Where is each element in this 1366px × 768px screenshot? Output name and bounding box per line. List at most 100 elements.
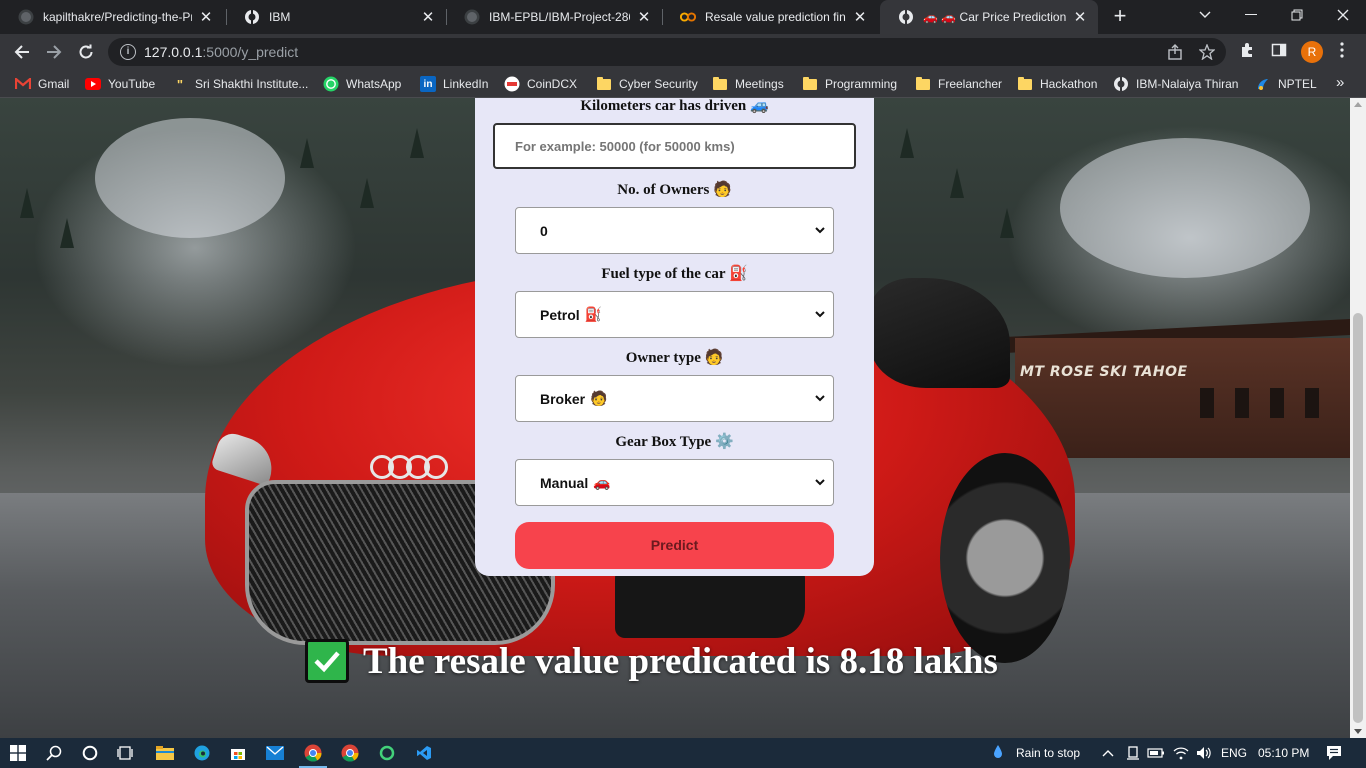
- car-intake: [615, 568, 805, 638]
- owners-label: No. of Owners 🧑: [617, 182, 732, 198]
- close-icon[interactable]: ✕: [636, 8, 652, 26]
- bookmark-programming[interactable]: Programming: [802, 75, 897, 93]
- file-explorer-icon[interactable]: [155, 743, 175, 763]
- side-panel-icon[interactable]: [1271, 42, 1287, 62]
- tab-ibm-epbl[interactable]: IBM-EPBL/IBM-Project-28674 ✕: [446, 0, 662, 34]
- predict-button[interactable]: Predict: [515, 522, 834, 569]
- notifications-icon[interactable]: [1324, 743, 1344, 763]
- minimize-icon[interactable]: [1228, 0, 1274, 30]
- bookmark-label: Hackathon: [1040, 77, 1098, 91]
- tab-car-price-prediction[interactable]: 🚗 🚗 Car Price Prediction 📈 ✕: [880, 0, 1098, 34]
- bookmark-youtube[interactable]: YouTube: [85, 75, 155, 93]
- weather-text[interactable]: Rain to stop: [1016, 746, 1080, 760]
- restore-icon[interactable]: [1274, 0, 1320, 30]
- background-window: [1235, 388, 1249, 418]
- store-icon[interactable]: [228, 743, 248, 763]
- chrome-alt-icon[interactable]: [340, 743, 360, 763]
- bookmarks-bar: Gmail YouTube " Sri Shakthi Institute... …: [0, 70, 1366, 98]
- clock[interactable]: 05:10 PM: [1258, 746, 1309, 760]
- close-icon[interactable]: ✕: [198, 8, 214, 26]
- gearbox-select[interactable]: Manual 🚗: [515, 459, 834, 506]
- bookmark-label: Gmail: [38, 77, 70, 91]
- close-window-icon[interactable]: [1320, 0, 1366, 30]
- gearbox-label: Gear Box Type ⚙️: [615, 434, 734, 450]
- language-indicator[interactable]: ENG: [1221, 746, 1247, 760]
- bookmark-freelancher[interactable]: Freelancher: [915, 75, 1002, 93]
- volume-icon[interactable]: [1194, 743, 1214, 763]
- new-tab-button[interactable]: +: [1108, 5, 1132, 29]
- folder-icon: [802, 76, 818, 92]
- background-tree: [360, 178, 374, 208]
- tab-strip: kapilthakre/Predicting-the-Pr ✕ IBM ✕ IB…: [0, 0, 1366, 34]
- cortana-icon[interactable]: [80, 743, 100, 763]
- globe-icon: [898, 9, 914, 25]
- fuel-value: Petrol: [540, 306, 580, 323]
- menu-icon[interactable]: [1340, 42, 1344, 63]
- back-icon[interactable]: [8, 38, 36, 66]
- globe-icon: [244, 9, 260, 25]
- reload-icon[interactable]: [72, 38, 100, 66]
- share-icon[interactable]: [1167, 44, 1183, 64]
- vscode-icon[interactable]: [414, 743, 434, 763]
- battery-icon[interactable]: [1146, 743, 1166, 763]
- windows-taskbar: Rain to stop ENG 05:10 PM: [0, 738, 1366, 768]
- profile-avatar[interactable]: R: [1301, 41, 1323, 63]
- nptel-icon: [1255, 76, 1271, 92]
- forward-icon[interactable]: [40, 38, 68, 66]
- car-icon: 🚗: [593, 474, 611, 490]
- site-info-icon[interactable]: i: [120, 44, 136, 60]
- linkedin-icon: in: [420, 76, 436, 92]
- bookmark-linkedin[interactable]: in LinkedIn: [420, 75, 488, 93]
- tab-title: IBM-EPBL/IBM-Project-28674: [489, 10, 630, 24]
- background-tree: [300, 138, 314, 168]
- tab-title: Resale value prediction final.i: [705, 10, 846, 24]
- app-ring-icon[interactable]: [377, 743, 397, 763]
- bookmark-label: YouTube: [108, 77, 156, 91]
- task-view-icon[interactable]: [115, 743, 135, 763]
- more-bookmarks-icon[interactable]: »: [1336, 74, 1344, 91]
- page-scrollbar[interactable]: [1350, 98, 1366, 738]
- tab-colab-resale[interactable]: Resale value prediction final.i ✕: [662, 0, 878, 34]
- bookmark-sri-shakthi[interactable]: " Sri Shakthi Institute...: [172, 75, 308, 93]
- owners-select[interactable]: 0: [515, 207, 834, 254]
- scroll-thumb[interactable]: [1353, 313, 1363, 723]
- close-icon[interactable]: ✕: [852, 8, 868, 26]
- scroll-down-icon[interactable]: [1354, 729, 1362, 734]
- fuel-pump-icon: ⛽: [584, 306, 603, 322]
- close-icon[interactable]: ✕: [1072, 8, 1088, 26]
- bookmark-hackathon[interactable]: Hackathon: [1017, 75, 1097, 93]
- chrome-icon[interactable]: [303, 743, 323, 763]
- bookmark-whatsapp[interactable]: WhatsApp: [323, 75, 401, 93]
- quote-icon: ": [176, 76, 184, 92]
- background-tree: [410, 128, 424, 158]
- extensions-icon[interactable]: [1239, 42, 1255, 62]
- bookmark-star-icon[interactable]: [1198, 43, 1216, 64]
- bookmark-cyber-security[interactable]: Cyber Security: [596, 75, 698, 93]
- weather-icon[interactable]: [988, 743, 1008, 763]
- search-icon[interactable]: [44, 743, 64, 763]
- windows-start-icon[interactable]: [8, 743, 28, 763]
- bookmark-gmail[interactable]: Gmail: [15, 75, 69, 93]
- bookmark-coindcx[interactable]: CoinDCX: [504, 75, 577, 93]
- km-input[interactable]: [493, 123, 856, 169]
- bookmark-nptel[interactable]: NPTEL: [1255, 75, 1317, 93]
- address-bar[interactable]: i 127.0.0.1:5000/y_predict: [108, 38, 1226, 66]
- tab-search-icon[interactable]: [1182, 0, 1228, 30]
- km-label: Kilometers car has driven 🚙: [580, 98, 769, 114]
- mail-icon[interactable]: [265, 743, 285, 763]
- bookmark-meetings[interactable]: Meetings: [712, 75, 784, 93]
- youtube-icon: [85, 76, 101, 92]
- edge-icon[interactable]: [192, 743, 212, 763]
- fuel-select[interactable]: Petrol ⛽: [515, 291, 834, 338]
- wifi-icon[interactable]: [1171, 743, 1191, 763]
- tab-github-predicting[interactable]: kapilthakre/Predicting-the-Pr ✕: [0, 0, 224, 34]
- owner-type-select[interactable]: Broker 🧑: [515, 375, 834, 422]
- bookmark-ibm-nalaiya-thiran[interactable]: IBM-Nalaiya Thiran: [1113, 75, 1238, 93]
- show-hidden-icons-icon[interactable]: [1098, 743, 1118, 763]
- github-icon: [18, 9, 34, 25]
- close-icon[interactable]: ✕: [420, 8, 436, 26]
- owner-type-value: Broker: [540, 390, 586, 407]
- scroll-up-icon[interactable]: [1354, 102, 1362, 107]
- device-icon[interactable]: [1123, 743, 1143, 763]
- tab-ibm[interactable]: IBM ✕: [226, 0, 446, 34]
